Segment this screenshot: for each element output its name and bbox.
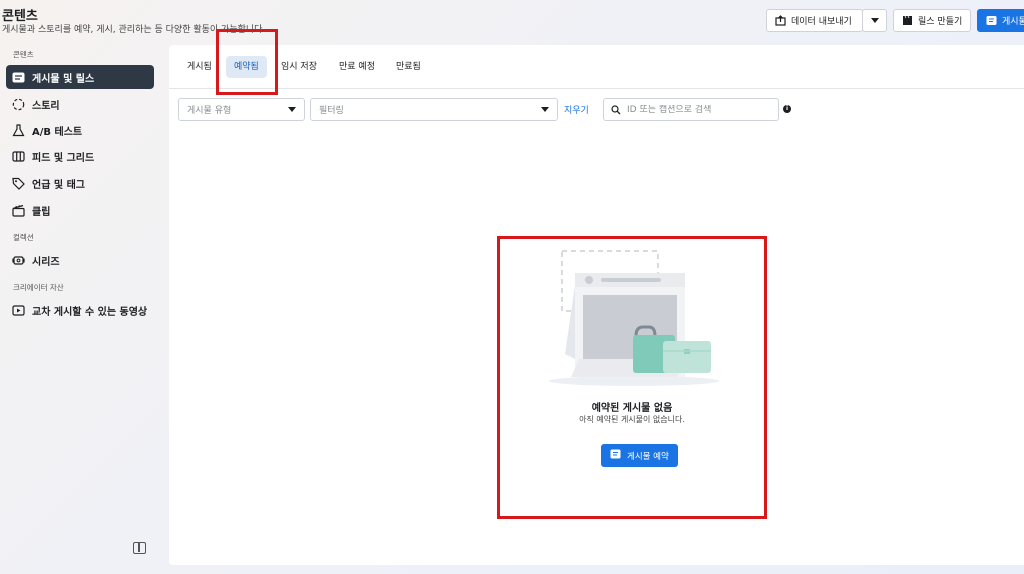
schedule-post-button[interactable]: 게시물 예약 — [601, 444, 678, 467]
clear-filters-link[interactable]: 지우기 — [564, 103, 589, 116]
post-icon — [986, 15, 997, 26]
empty-state-subtitle: 아직 예약된 게시물이 없습니다. — [579, 415, 685, 424]
tag-icon — [12, 177, 25, 190]
create-post-button[interactable]: 게시물 — [977, 9, 1024, 32]
create-reels-button[interactable]: 릴스 만들기 — [893, 9, 971, 32]
post-type-select[interactable]: 게시물 유형 — [178, 98, 305, 121]
post-icon — [610, 449, 621, 462]
tab-expired[interactable]: 만료됨 — [388, 56, 429, 78]
empty-state-title: 예약된 게시물 없음 — [591, 403, 673, 414]
sidebar-item-label: 언급 및 태그 — [32, 179, 85, 191]
caret-down-icon — [870, 18, 879, 23]
sidebar-item-label: 교차 게시할 수 있는 동영상 — [32, 306, 148, 318]
sidebar-item-label: 클립 — [32, 206, 51, 218]
flask-icon — [12, 123, 25, 137]
caret-down-icon — [541, 107, 549, 112]
filter-select[interactable]: 필터링 — [310, 98, 558, 121]
search-box — [603, 98, 779, 121]
export-data-button[interactable]: 데이터 내보내기 — [766, 9, 863, 32]
content-panel: 게시됨 예약됨 임시 저장 만료 예정 만료됨 게시물 유형 필터링 지우기 i — [169, 45, 1024, 565]
create-post-label: 게시물 — [1002, 17, 1024, 27]
info-icon[interactable]: i — [783, 105, 791, 113]
sidebar-item-series[interactable]: 시리즈 — [6, 248, 154, 272]
post-type-placeholder: 게시물 유형 — [187, 106, 232, 116]
video-icon — [12, 304, 25, 317]
clapperboard-icon — [12, 204, 25, 217]
export-data-label: 데이터 내보내기 — [791, 17, 852, 27]
schedule-post-label: 게시물 예약 — [627, 451, 669, 462]
export-icon — [775, 15, 786, 26]
sidebar: 콘텐츠 게시물 및 릴스 스토리 A/B 테스트 피드 및 그리드 언급 및 태… — [0, 44, 160, 574]
page-subtitle: 게시물과 스토리를 예약, 게시, 관리하는 등 다양한 활동이 가능합니다. — [2, 25, 266, 35]
sidebar-item-clips[interactable]: 클립 — [6, 198, 154, 222]
caret-down-icon — [288, 107, 296, 112]
sidebar-item-mentions-tags[interactable]: 언급 및 태그 — [6, 171, 154, 195]
sidebar-item-label: 스토리 — [32, 100, 60, 112]
tab-drafts[interactable]: 임시 저장 — [273, 56, 325, 78]
story-icon — [12, 98, 25, 111]
create-reels-label: 릴스 만들기 — [918, 17, 963, 27]
sidebar-item-crosspost-videos[interactable]: 교차 게시할 수 있는 동영상 — [6, 298, 154, 322]
tab-bar: 게시됨 예약됨 임시 저장 만료 예정 만료됨 — [169, 45, 1024, 89]
sidebar-item-stories[interactable]: 스토리 — [6, 92, 154, 116]
tab-expiring[interactable]: 만료 예정 — [331, 56, 383, 78]
empty-state-illustration — [539, 249, 729, 389]
clapperboard-icon — [902, 15, 913, 26]
search-icon — [611, 100, 621, 119]
sidebar-item-posts-reels[interactable]: 게시물 및 릴스 — [6, 65, 154, 89]
top-bar: 콘텐츠 게시물과 스토리를 예약, 게시, 관리하는 등 다양한 활동이 가능합… — [0, 0, 1024, 44]
search-input[interactable] — [627, 104, 767, 115]
post-icon — [12, 71, 25, 84]
sidebar-section-collections: 컬렉션 — [13, 233, 34, 242]
sidebar-item-ab-test[interactable]: A/B 테스트 — [6, 118, 154, 142]
sidebar-item-label: 피드 및 그리드 — [32, 152, 95, 164]
sidebar-section-content: 콘텐츠 — [13, 50, 34, 59]
filter-placeholder: 필터링 — [319, 106, 344, 116]
tab-scheduled[interactable]: 예약됨 — [226, 56, 267, 78]
sidebar-section-creator-assets: 크리에이터 자산 — [13, 283, 64, 292]
sidebar-item-feed-grid[interactable]: 피드 및 그리드 — [6, 144, 154, 168]
export-dropdown-button[interactable] — [862, 9, 887, 32]
grid-icon — [12, 150, 25, 163]
sidebar-item-label: 게시물 및 릴스 — [32, 73, 95, 85]
series-icon — [12, 254, 25, 267]
tab-published[interactable]: 게시됨 — [179, 56, 220, 78]
collapse-sidebar-icon[interactable] — [133, 542, 146, 554]
sidebar-item-label: A/B 테스트 — [32, 126, 83, 138]
sidebar-item-label: 시리즈 — [32, 256, 60, 268]
empty-state: 예약된 게시물 없음 아직 예약된 게시물이 없습니다. 게시물 예약 — [499, 237, 765, 517]
